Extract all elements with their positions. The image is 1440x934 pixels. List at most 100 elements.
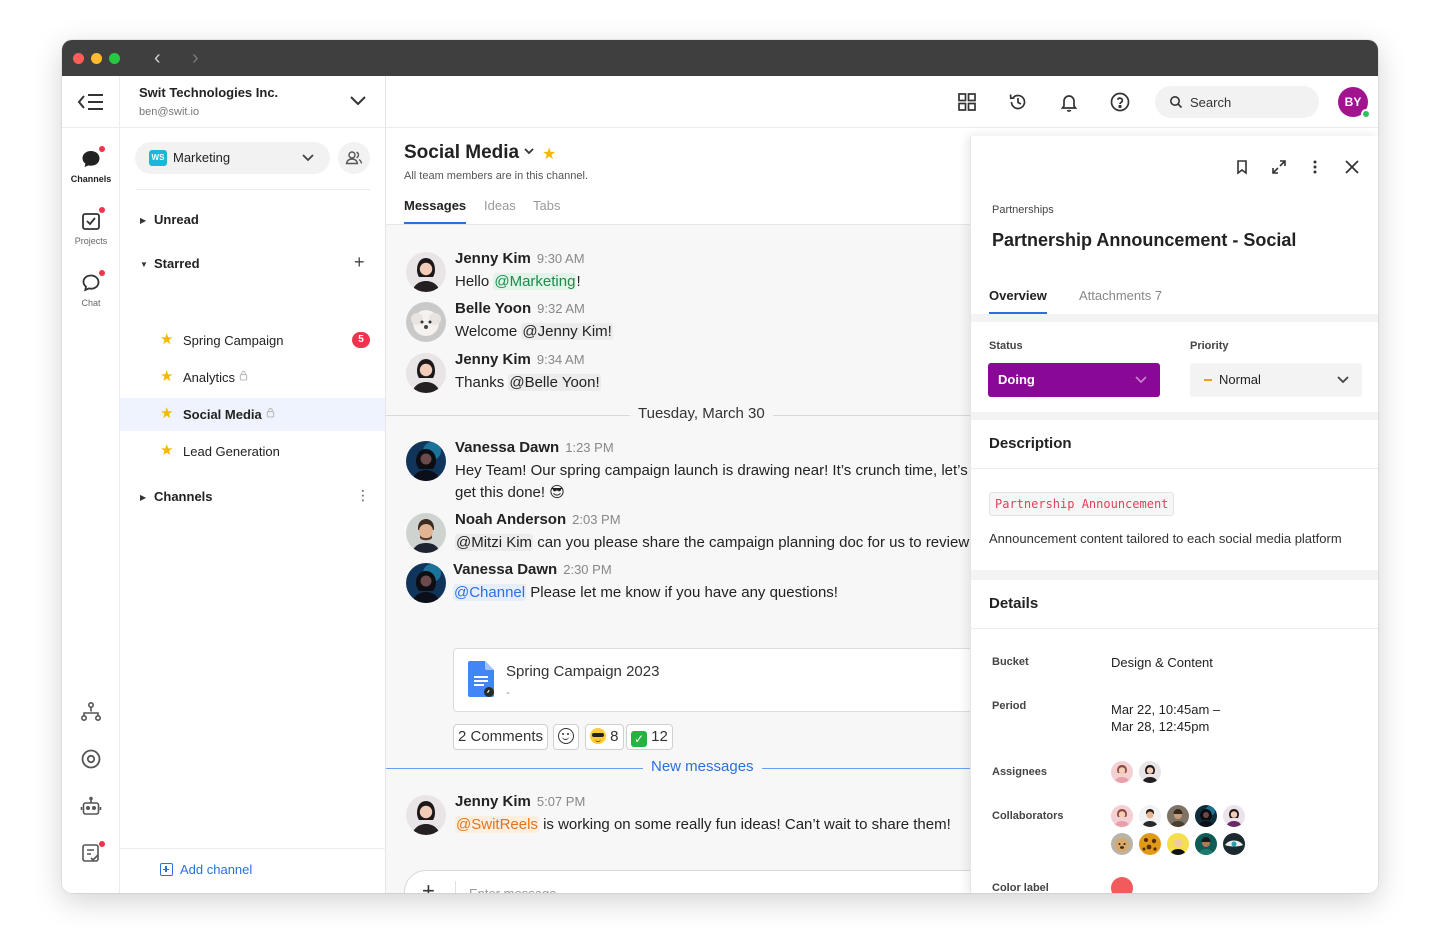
sidebar-item-social-media[interactable]: ★ Social Media (120, 398, 385, 431)
color-label-swatch[interactable] (1111, 877, 1133, 893)
channels-notification-dot (99, 146, 105, 152)
message-author[interactable]: Noah Anderson 2:03 PM (455, 511, 621, 528)
collaborator-avatar[interactable] (1111, 833, 1133, 855)
user-avatar[interactable]: BY (1338, 87, 1371, 119)
close-window-button[interactable] (73, 53, 84, 64)
avatar[interactable] (406, 513, 446, 553)
message-author[interactable]: Jenny Kim 5:07 PM (455, 793, 585, 810)
bucket-label: Bucket (992, 656, 1029, 668)
message-author[interactable]: Vanessa Dawn 1:23 PM (455, 439, 614, 456)
message-time: 9:32 AM (537, 301, 585, 316)
assignee-avatar[interactable] (1139, 761, 1161, 783)
collaborator-avatar[interactable] (1111, 805, 1133, 827)
priority-select[interactable]: Normal (1190, 363, 1362, 397)
org-header[interactable]: Swit Technologies Inc. ben@swit.io (120, 76, 386, 128)
search-icon (1170, 96, 1183, 109)
bucket-value[interactable]: Design & Content (1111, 654, 1213, 671)
period-start: Mar 22, 10:45am – (1111, 702, 1221, 717)
collaborator-avatar[interactable] (1195, 833, 1217, 855)
add-reaction-button[interactable] (553, 724, 579, 750)
tab-ideas[interactable]: Ideas (484, 198, 516, 213)
assignee-avatar[interactable] (1111, 761, 1133, 783)
back-arrow-icon[interactable]: ‹ (154, 48, 161, 68)
mention[interactable]: @SwitReels (455, 816, 539, 833)
tab-overview[interactable]: Overview (989, 288, 1047, 314)
channel-title[interactable]: Social Media (404, 142, 535, 164)
sidebar-item-analytics[interactable]: ★ Analytics (120, 361, 385, 394)
period-value[interactable]: Mar 22, 10:45am – Mar 28, 12:45pm (1111, 701, 1220, 735)
group-starred[interactable]: ▼ Starred (140, 256, 200, 271)
collaborator-avatar[interactable] (1223, 805, 1245, 827)
robot-icon[interactable] (79, 795, 103, 819)
message-author[interactable]: Belle Yoon 9:32 AM (455, 300, 585, 317)
rail-item-chat[interactable]: Chat (62, 270, 120, 308)
apps-grid-icon[interactable] (956, 91, 978, 113)
sidebar-item-lead-generation[interactable]: ★ Lead Generation (120, 435, 385, 468)
message-author[interactable]: Jenny Kim 9:34 AM (455, 351, 585, 368)
bookmark-icon[interactable] (1233, 158, 1251, 176)
help-icon[interactable] (1109, 91, 1131, 113)
forward-arrow-icon[interactable]: › (192, 48, 199, 68)
channels-more-icon[interactable]: ⋮ (356, 487, 370, 504)
breadcrumb[interactable]: Partnerships (992, 204, 1054, 216)
collaborator-avatar[interactable] (1223, 833, 1245, 855)
group-unread[interactable]: ▶ Unread (140, 212, 199, 227)
maximize-window-button[interactable] (109, 53, 120, 64)
tab-tabs[interactable]: Tabs (533, 198, 560, 213)
mention[interactable]: @Jenny Kim! (521, 323, 613, 340)
add-attachment-button[interactable]: + (422, 880, 435, 894)
collaborator-avatar[interactable] (1139, 805, 1161, 827)
rail-item-tasks[interactable] (79, 841, 105, 865)
star-icon[interactable]: ★ (542, 144, 556, 164)
task-title[interactable]: Partnership Announcement - Social (992, 230, 1296, 251)
chevron-down-icon[interactable] (348, 94, 368, 108)
add-channel-button[interactable]: Add channel (160, 862, 252, 877)
avatar[interactable] (406, 252, 446, 292)
collaborator-avatar[interactable] (1195, 805, 1217, 827)
sidebar-item-spring-campaign[interactable]: ★ Spring Campaign 5 (120, 324, 385, 357)
close-icon[interactable] (1343, 158, 1361, 176)
description-text[interactable]: Announcement content tailored to each so… (989, 531, 1342, 546)
tab-messages[interactable]: Messages (404, 198, 467, 224)
tab-attachments[interactable]: Attachments 7 (1079, 288, 1162, 303)
org-chart-icon[interactable] (79, 700, 103, 724)
mention[interactable]: @Marketing (493, 273, 577, 290)
avatar[interactable] (406, 795, 446, 835)
minimize-window-button[interactable] (91, 53, 102, 64)
message-input[interactable] (469, 882, 869, 893)
message-author[interactable]: Vanessa Dawn 2:30 PM (453, 561, 612, 578)
more-icon[interactable]: ••• (78, 890, 93, 893)
color-label-key: Color label (992, 882, 1049, 893)
status-select[interactable]: Doing (988, 363, 1160, 397)
collaborator-avatar[interactable] (1167, 833, 1189, 855)
rail-item-channels[interactable]: Channels (62, 146, 120, 184)
mention[interactable]: @Channel (453, 584, 527, 601)
history-icon[interactable] (1007, 91, 1029, 113)
add-starred-button[interactable]: + (354, 252, 365, 273)
group-channels[interactable]: ▶ Channels (140, 489, 213, 504)
collaborator-avatar[interactable] (1167, 805, 1189, 827)
collaborator-avatar[interactable] (1139, 833, 1161, 855)
avatar[interactable] (406, 353, 446, 393)
target-icon[interactable] (79, 747, 103, 771)
avatar[interactable] (406, 563, 446, 603)
comments-button[interactable]: 2 Comments (453, 724, 549, 750)
message-author[interactable]: Jenny Kim 9:30 AM (455, 250, 585, 267)
expand-icon[interactable] (1270, 158, 1288, 176)
workspace-members-button[interactable] (338, 142, 370, 174)
file-attachment[interactable]: Spring Campaign 2023 - (453, 648, 970, 712)
search-input[interactable]: Search (1155, 86, 1319, 118)
mention[interactable]: @Mitzi Kim (455, 534, 534, 551)
author-name: Vanessa Dawn (453, 561, 558, 578)
reaction-check[interactable]: ✓ 12 (626, 724, 673, 750)
collapse-menu-icon[interactable] (76, 90, 106, 114)
mention[interactable]: @Belle Yoon! (508, 374, 601, 391)
avatar[interactable] (406, 441, 446, 481)
workspace-selector[interactable]: WS Marketing (135, 142, 330, 174)
bell-icon[interactable] (1058, 91, 1080, 113)
rail-item-projects[interactable]: Projects (62, 207, 120, 246)
more-vertical-icon[interactable] (1306, 158, 1324, 176)
reaction-cool[interactable]: 8 (585, 724, 624, 750)
avatar[interactable] (406, 302, 446, 342)
channel-name: Analytics (183, 370, 248, 385)
